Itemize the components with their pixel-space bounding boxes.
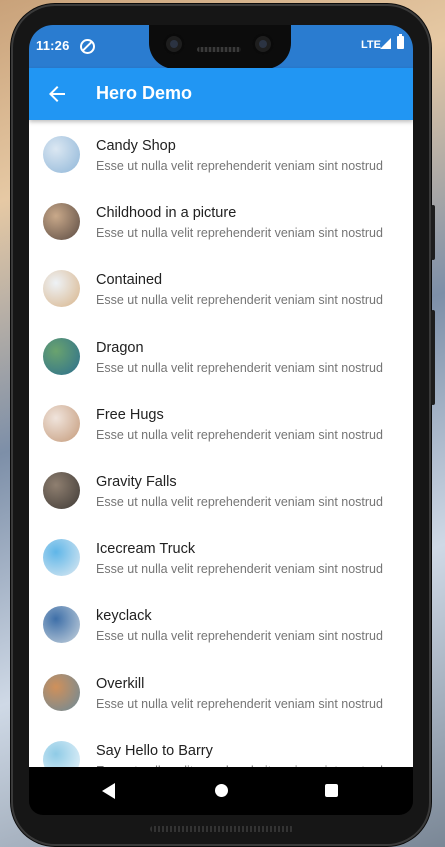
list-item-subtitle: Esse ut nulla velit reprehenderit veniam… — [96, 226, 383, 241]
list-item[interactable]: Candy Shop Esse ut nulla velit reprehende… — [29, 120, 413, 187]
app-bar: Hero Demo — [29, 68, 413, 120]
list-item-subtitle: Esse ut nulla velit reprehenderit veniam… — [96, 427, 383, 442]
list-item-title: keyclack — [96, 608, 152, 625]
avatar — [43, 539, 80, 577]
list-item-title: Overkill — [96, 675, 145, 692]
list-item-subtitle: Esse ut nulla velit reprehenderit veniam… — [96, 629, 383, 644]
avatar — [43, 337, 80, 375]
list-item[interactable]: Childhood in a picture Esse ut nulla veli… — [29, 187, 413, 254]
list-item[interactable]: Dragon Esse ut nulla velit reprehenderit … — [29, 322, 413, 389]
avatar — [43, 673, 80, 711]
front-camera-right — [252, 33, 274, 55]
list-item[interactable]: Contained Esse ut nulla velit reprehender… — [29, 254, 413, 321]
avatar — [43, 606, 80, 644]
list-item[interactable]: Free Hugs Esse ut nulla velit reprehender… — [29, 389, 413, 456]
avatar — [43, 471, 80, 509]
list-item[interactable]: Icecream Truck Esse ut nulla velit repreh… — [29, 523, 413, 590]
network-type: LTE — [361, 39, 381, 51]
bottom-speaker — [150, 826, 294, 832]
volume-button — [431, 310, 435, 405]
nav-home-icon[interactable] — [215, 784, 228, 797]
power-button — [431, 205, 435, 260]
list-item-subtitle: Esse ut nulla velit reprehenderit veniam… — [96, 494, 383, 509]
list-item-title: Contained — [96, 272, 163, 289]
list-item-title: Icecream Truck — [96, 541, 196, 558]
list-item-title: Free Hugs — [96, 406, 164, 423]
list-item[interactable]: Overkill Esse ut nulla velit reprehenderi… — [29, 658, 413, 725]
list-item-title: Gravity Falls — [96, 473, 177, 490]
system-nav-bar — [29, 767, 413, 815]
list-item-subtitle: Esse ut nulla velit reprehenderit veniam… — [96, 159, 383, 173]
page-title: Hero Demo — [96, 83, 193, 103]
signal-icon — [380, 38, 391, 49]
avatar — [43, 740, 80, 767]
list-item[interactable]: keyclack Esse ut nulla velit reprehenderi… — [29, 590, 413, 657]
avatar — [43, 270, 80, 308]
front-camera-left — [163, 33, 185, 55]
list-item-subtitle: Esse ut nulla velit reprehenderit veniam… — [96, 293, 383, 308]
battery-icon — [397, 34, 404, 49]
do-not-disturb-icon — [80, 39, 95, 54]
hero-list[interactable]: Candy Shop Esse ut nulla velit reprehende… — [29, 120, 413, 767]
arrow-back-icon — [49, 86, 65, 102]
avatar — [43, 203, 80, 241]
list-item-title: Candy Shop — [96, 138, 176, 154]
status-time: 11:26 — [36, 38, 70, 53]
avatar — [43, 404, 80, 442]
earpiece-speaker — [197, 47, 241, 52]
list-item[interactable]: Gravity Falls Esse ut nulla velit reprehe… — [29, 456, 413, 523]
list-item-subtitle: Esse ut nulla velit reprehenderit veniam… — [96, 562, 383, 577]
list-item-title: Childhood in a picture — [96, 205, 237, 222]
nav-recents-icon[interactable] — [325, 784, 338, 797]
back-button[interactable] — [37, 74, 77, 114]
list-item[interactable]: Say Hello to BarryEsse ut nulla velit re… — [29, 725, 413, 767]
list-item-subtitle: Esse ut nulla velit reprehenderit veniam… — [96, 696, 383, 711]
list-item-title: Dragon — [96, 339, 144, 356]
nav-back-icon[interactable] — [102, 783, 115, 799]
camera-notch — [149, 25, 291, 69]
phone-screen: 11:26 LTE Hero Demo Candy Shop Esse ut nu… — [29, 25, 413, 815]
list-item-title: Say Hello to Barry — [96, 742, 213, 759]
avatar — [43, 136, 80, 173]
list-item-subtitle: Esse ut nulla velit reprehenderit veniam… — [96, 360, 383, 375]
